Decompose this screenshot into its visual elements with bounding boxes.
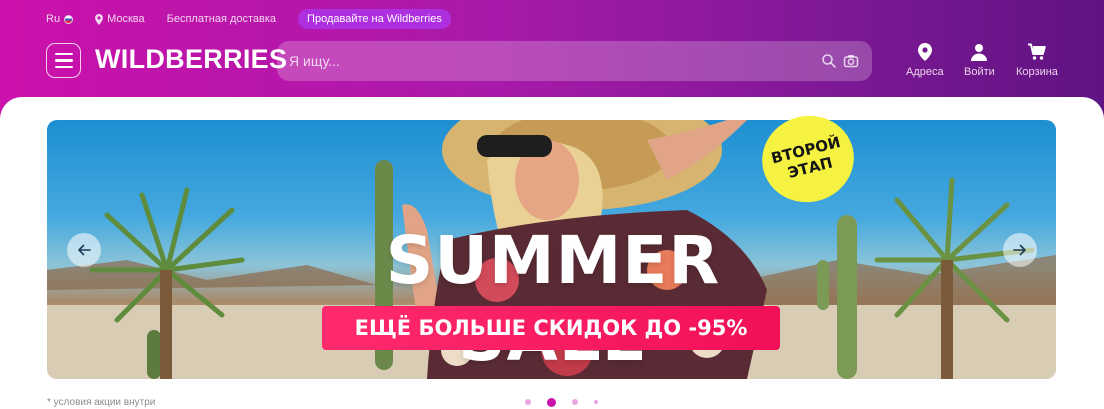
free-delivery-label: Бесплатная доставка	[166, 13, 277, 25]
nav-cart[interactable]: Корзина	[1016, 43, 1058, 78]
search-icon[interactable]	[821, 53, 837, 69]
arrow-right-icon	[1013, 244, 1026, 256]
slide-dot[interactable]	[572, 399, 578, 405]
nav-login-label: Войти	[964, 66, 995, 78]
topbar: Ru Москва Бесплатная доставка Продавайте…	[46, 9, 451, 29]
burger-icon	[54, 52, 73, 56]
language-label: Ru	[46, 13, 61, 25]
cart-icon	[1027, 43, 1046, 60]
search-input[interactable]	[289, 41, 809, 81]
city-label: Москва	[107, 13, 145, 25]
city-selector[interactable]: Москва	[95, 13, 145, 25]
location-icon	[95, 13, 103, 25]
location-icon	[917, 43, 932, 61]
slider-pagination	[525, 397, 598, 407]
slide-dot[interactable]	[594, 400, 598, 404]
nav-cart-label: Корзина	[1016, 66, 1058, 78]
arrow-left-icon	[78, 244, 91, 256]
user-icon	[971, 44, 988, 61]
language-switcher[interactable]: Ru	[46, 13, 74, 25]
prev-slide-button[interactable]	[67, 233, 101, 267]
sale-title: SUMMER SALE	[385, 222, 721, 376]
burger-icon-line	[54, 65, 73, 69]
next-slide-button[interactable]	[1003, 233, 1037, 267]
sale-subtitle: ЕЩЁ БОЛЬШЕ СКИДОК ДО -95%	[322, 306, 780, 350]
search-bar	[277, 41, 872, 81]
logo[interactable]: WILDBERRIES	[95, 44, 287, 75]
slide-dot-active[interactable]	[547, 397, 556, 407]
free-delivery-link[interactable]: Бесплатная доставка	[167, 13, 276, 25]
nav-login[interactable]: Войти	[964, 43, 995, 78]
russia-flag-icon	[64, 14, 74, 24]
nav-addresses-label: Адреса	[906, 66, 944, 78]
banner-footnote: * условия акции внутри	[47, 397, 156, 408]
slide-dot[interactable]	[525, 399, 531, 405]
burger-icon-line	[54, 59, 73, 62]
sell-on-wildberries-button[interactable]: Продавайте на Wildberries	[298, 9, 451, 29]
burger-menu-button[interactable]	[46, 43, 81, 78]
nav-addresses[interactable]: Адреса	[906, 43, 944, 78]
camera-icon[interactable]	[843, 53, 859, 69]
